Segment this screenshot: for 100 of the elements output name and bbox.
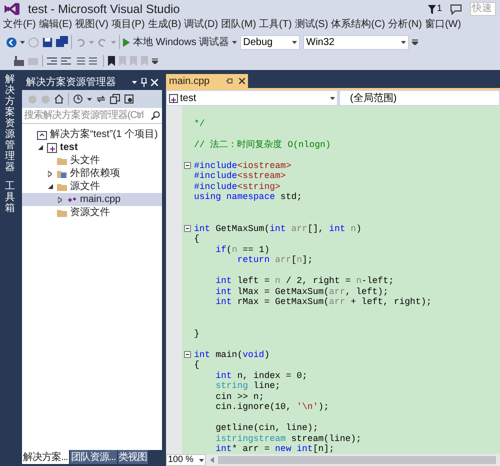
code-line: {: [194, 234, 200, 244]
menu-item[interactable]: 调试(D): [184, 19, 218, 31]
toolbar-overflow-icon[interactable]: [152, 58, 158, 64]
feedback-icon[interactable]: [450, 4, 462, 14]
collapse-icon[interactable]: [184, 225, 190, 232]
collapsed-arrow-icon[interactable]: [48, 170, 52, 176]
code-line: int left = n / 2, right = n-left;: [214, 276, 394, 286]
zoom-dropdown[interactable]: 100 %: [166, 454, 206, 466]
code-line: if(n == 1): [214, 244, 270, 255]
code-line: {: [194, 360, 200, 370]
menu-item[interactable]: 工具(T): [259, 19, 292, 31]
caret-icon: [330, 96, 335, 100]
code-line: using namespace std;: [194, 192, 302, 202]
uncomment-lines-icon[interactable]: [89, 56, 99, 66]
caret-icon[interactable]: [87, 98, 92, 100]
toolbar-icon[interactable]: [14, 56, 24, 66]
back-icon[interactable]: [6, 36, 17, 48]
code-line: cin.ignore(10, '\n');: [214, 402, 330, 412]
filter-icon[interactable]: [428, 4, 436, 14]
code-line: string line;: [214, 381, 280, 392]
code-line: int lMax = GetMaxSum(arr, left);: [214, 286, 388, 297]
scope-dropdown[interactable]: (全局范围): [340, 91, 499, 105]
menu-item[interactable]: 窗口(W): [424, 19, 462, 31]
history-icon[interactable]: [73, 94, 83, 104]
code-line: cin >> n;: [214, 392, 264, 402]
code-line: }: [194, 328, 200, 339]
project-icon: [169, 94, 178, 102]
side-tab[interactable]: 工具箱: [5, 181, 15, 214]
tree-item[interactable]: 资源文件: [22, 206, 162, 219]
menu-item[interactable]: 体系结构(C): [331, 19, 386, 31]
side-tab[interactable]: 解决方案资源管理器: [5, 74, 15, 173]
start-debugger-button[interactable]: 本地 Windows 调试器: [123, 34, 238, 50]
code-line: istringstream stream(line);: [214, 434, 362, 444]
indent-icon[interactable]: [47, 56, 57, 66]
expanded-arrow-icon[interactable]: [48, 184, 53, 189]
code-line: // 法二：时间复杂度 O(nlogn): [194, 140, 331, 150]
tree-item[interactable]: 源文件: [22, 180, 162, 193]
sync-icon[interactable]: [96, 94, 106, 104]
folder-icon: [57, 156, 67, 166]
code-line: #include<sstream>: [194, 171, 286, 182]
menu-item[interactable]: 团队(M): [221, 19, 256, 31]
panel-tab[interactable]: 类视图: [118, 450, 148, 464]
expanded-arrow-icon[interactable]: [38, 145, 43, 150]
solution-icon: [37, 130, 47, 140]
code-line: int* arr = new int[n];: [214, 444, 334, 454]
collapse-icon[interactable]: [184, 351, 190, 358]
menu-item[interactable]: 生成(B): [148, 19, 182, 31]
pin-icon[interactable]: [226, 78, 233, 84]
code-line: int rMax = GetMaxSum(arr + left, right);: [214, 297, 432, 308]
collapsed-arrow-icon[interactable]: [58, 196, 62, 202]
panel-tab[interactable]: 团队资源...: [70, 450, 117, 464]
caret-icon[interactable]: [20, 40, 25, 44]
collapse-all-icon[interactable]: [110, 94, 120, 104]
code-line: int GetMaxSum(int arr[], int n): [194, 224, 362, 234]
play-icon: [123, 38, 130, 46]
tree-item[interactable]: test: [22, 141, 162, 154]
toolbar-overflow-icon[interactable]: [412, 39, 418, 45]
properties-icon[interactable]: [124, 94, 134, 104]
menu-item[interactable]: 视图(V): [75, 19, 108, 31]
menu-item[interactable]: 文件(F): [3, 19, 36, 31]
menu-item[interactable]: 编辑(E): [38, 19, 72, 31]
code-line: int n, index = 0;: [214, 370, 308, 381]
tree-item[interactable]: 外部依赖项: [22, 167, 162, 180]
outdent-icon[interactable]: [61, 56, 71, 66]
comment-lines-icon[interactable]: [75, 56, 85, 66]
home-icon[interactable]: [54, 94, 64, 104]
caret-icon: [401, 40, 406, 44]
menu-item[interactable]: 分析(N): [388, 19, 422, 31]
code-line: return arr[n];: [236, 255, 313, 266]
file-icon: [67, 194, 77, 204]
code-line: #include<string>: [194, 182, 280, 192]
editor-tab[interactable]: main.cpp: [166, 74, 248, 88]
panel-tab[interactable]: 解决方案...: [22, 450, 69, 464]
code-line: int main(void): [194, 350, 270, 360]
scroll-left-icon[interactable]: [210, 457, 214, 463]
tree-item[interactable]: 头文件: [22, 154, 162, 167]
caret-icon[interactable]: [132, 80, 137, 84]
search-field[interactable]: 搜索解决方案资源管理器(Ctrl: [22, 108, 162, 124]
configuration-dropdown[interactable]: Debug: [240, 34, 300, 50]
window-title: test - Microsoft Visual Studio: [28, 1, 180, 18]
horizontal-scrollbar[interactable]: [218, 456, 496, 464]
tree-item[interactable]: 解决方案“test”(1 个项目): [22, 128, 162, 141]
code-line: getline(cin, line);: [214, 423, 318, 434]
menu-item[interactable]: 测试(S): [294, 19, 328, 31]
code-line: #include<iostream>: [194, 160, 292, 171]
menu-item[interactable]: 项目(P): [111, 19, 145, 31]
search-placeholder: 搜索解决方案资源管理器(Ctrl: [24, 108, 144, 123]
code-line: */: [194, 118, 205, 129]
tab-title: main.cpp: [169, 74, 210, 88]
references-icon: [57, 168, 67, 178]
collapse-icon[interactable]: [184, 162, 190, 170]
search-icon: [151, 111, 160, 120]
caret-icon: [199, 458, 204, 462]
project-dropdown[interactable]: test: [167, 91, 337, 105]
tree-item[interactable]: main.cpp: [22, 193, 162, 206]
save-icon[interactable]: [42, 36, 53, 48]
close-icon[interactable]: [238, 78, 245, 84]
save-all-icon[interactable]: [56, 36, 68, 48]
project-icon: [47, 142, 57, 152]
platform-dropdown[interactable]: Win32: [303, 34, 410, 50]
